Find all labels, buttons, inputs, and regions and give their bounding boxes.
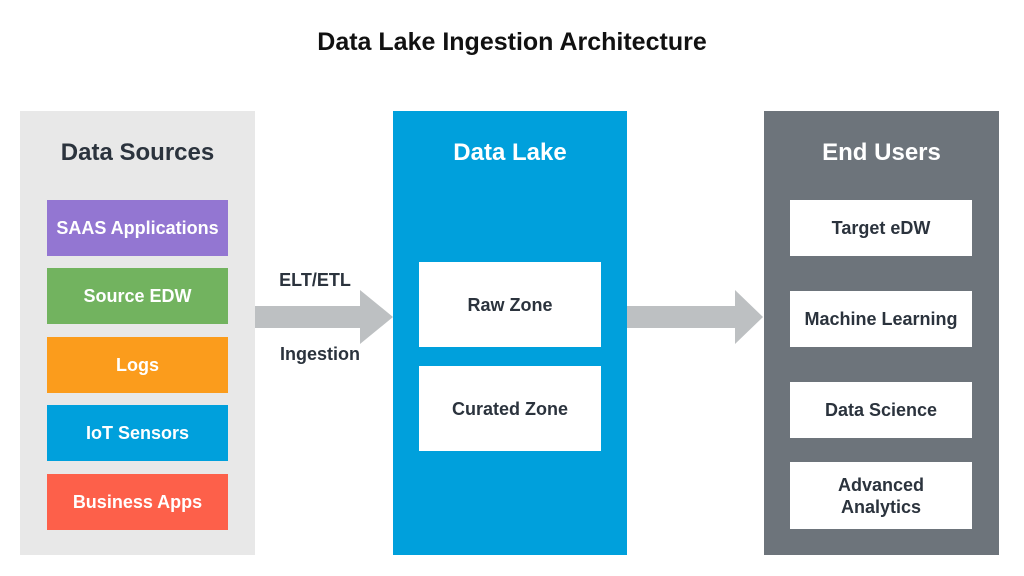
source-source-edw: Source EDW: [47, 268, 228, 324]
source-saas-applications: SAAS Applications: [47, 200, 228, 256]
user-label: Advanced Analytics: [837, 474, 925, 517]
source-business-apps: Business Apps: [47, 474, 228, 530]
user-label: Target eDW: [831, 218, 931, 238]
source-logs: Logs: [47, 337, 228, 393]
source-label: Business Apps: [72, 492, 203, 512]
user-advanced-analytics: Advanced Analytics: [790, 462, 972, 529]
zone-curated: Curated Zone: [419, 366, 601, 451]
source-label: IoT Sensors: [85, 423, 190, 443]
zone-raw: Raw Zone: [419, 262, 601, 347]
user-data-science: Data Science: [790, 382, 972, 438]
end-users-title: End Users: [822, 139, 941, 166]
ingest-arrow-shape: [255, 290, 393, 344]
source-label: Source EDW: [83, 286, 192, 306]
consume-arrow-icon: [627, 290, 763, 344]
ingest-arrow-icon: [255, 290, 393, 344]
diagram-title: Data Lake Ingestion Architecture: [317, 28, 707, 56]
data-sources-panel: Data Sources SAAS Applications Source ED…: [20, 111, 255, 555]
user-target-edw: Target eDW: [790, 200, 972, 256]
consume-arrow-shape: [627, 290, 763, 344]
data-sources-title: Data Sources: [60, 139, 215, 166]
user-machine-learning: Machine Learning: [790, 291, 972, 347]
data-lake-title: Data Lake: [453, 139, 567, 166]
user-label: Data Science: [824, 400, 938, 420]
zone-label: Curated Zone: [451, 398, 568, 419]
data-lake-panel: Data Lake Raw Zone Curated Zone: [393, 111, 627, 555]
zone-label: Raw Zone: [467, 294, 553, 315]
end-users-panel: End Users Target eDW Machine Learning Da…: [764, 111, 999, 555]
user-label: Machine Learning: [804, 309, 958, 329]
source-iot-sensors: IoT Sensors: [47, 405, 228, 461]
arrow-bottom-label: Ingestion: [280, 344, 360, 364]
source-label: SAAS Applications: [56, 218, 219, 238]
source-label: Logs: [116, 355, 159, 375]
